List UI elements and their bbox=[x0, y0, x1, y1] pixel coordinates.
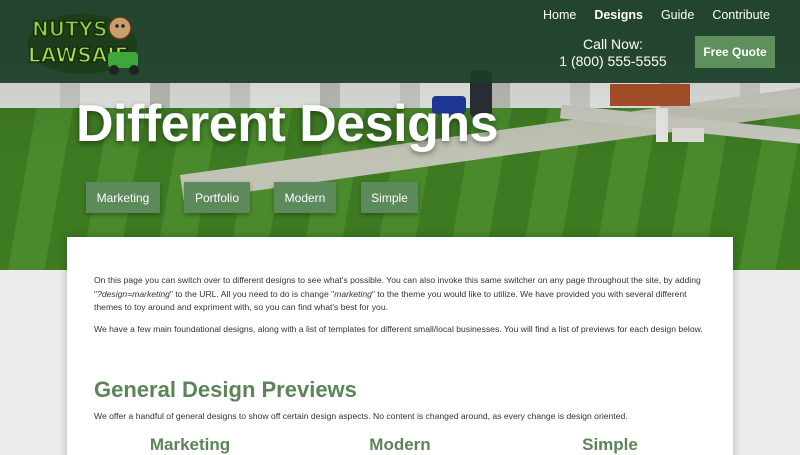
nav-designs[interactable]: Designs bbox=[594, 8, 643, 22]
preview-heading-simple: Simple bbox=[582, 435, 638, 454]
intro-code-theme: marketing bbox=[334, 288, 372, 299]
call-now-block: Call Now: 1 (800) 555-5555 bbox=[548, 36, 678, 69]
intro-code-param: ?design=marketing bbox=[97, 288, 170, 299]
phone-number[interactable]: 1 (800) 555-5555 bbox=[548, 53, 678, 69]
main-nav: Home Designs Guide Contribute bbox=[525, 8, 770, 22]
svg-text:NUTYS: NUTYS bbox=[32, 17, 108, 41]
nav-home[interactable]: Home bbox=[543, 8, 576, 22]
nav-guide[interactable]: Guide bbox=[661, 8, 694, 22]
design-chip-simple[interactable]: Simple bbox=[361, 182, 418, 213]
content-card: On this page you can switch over to diff… bbox=[67, 237, 733, 455]
call-now-label: Call Now: bbox=[583, 36, 643, 52]
design-chip-portfolio[interactable]: Portfolio bbox=[184, 182, 250, 213]
section-description: We offer a handful of general designs to… bbox=[94, 411, 628, 421]
free-quote-button[interactable]: Free Quote bbox=[695, 36, 775, 68]
design-chip-modern[interactable]: Modern bbox=[274, 182, 336, 213]
section-title: General Design Previews bbox=[94, 377, 357, 402]
nav-contribute[interactable]: Contribute bbox=[712, 8, 770, 22]
site-header: NUTYS LAWSAIE Home Designs Guide Contrib… bbox=[0, 0, 800, 83]
intro-text-2: " to the URL. All you need to do is chan… bbox=[169, 288, 335, 299]
preview-heading-marketing: Marketing bbox=[149, 435, 231, 454]
design-chip-marketing[interactable]: Marketing bbox=[86, 182, 160, 213]
foundational-paragraph: We have a few main foundational designs,… bbox=[94, 324, 703, 334]
site-logo[interactable]: NUTYS LAWSAIE bbox=[24, 6, 146, 78]
page-title: Different Designs bbox=[76, 95, 499, 153]
intro-paragraph: On this page you can switch over to diff… bbox=[94, 274, 710, 315]
preview-heading-modern: Modern bbox=[369, 435, 431, 454]
